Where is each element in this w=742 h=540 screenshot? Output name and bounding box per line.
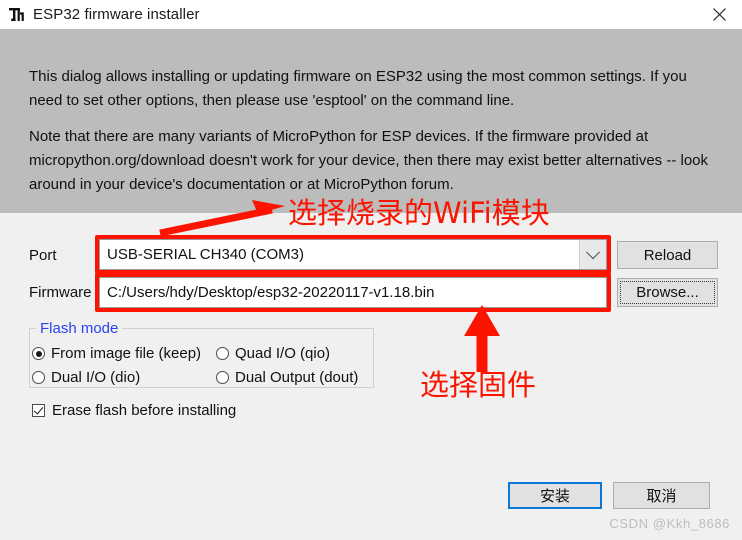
radio-label: Dual Output (dout): [235, 369, 359, 386]
install-button-label: 安装: [539, 488, 570, 505]
cancel-button-label: 取消: [646, 488, 677, 505]
cancel-button[interactable]: 取消: [613, 482, 710, 509]
port-label: Port: [29, 247, 57, 264]
erase-flash-checkbox[interactable]: Erase flash before installing: [32, 402, 236, 419]
reload-button[interactable]: Reload: [617, 241, 718, 269]
esp32-firmware-installer-dialog: ESP32 firmware installer This dialog all…: [0, 0, 742, 540]
install-button[interactable]: 安装: [508, 482, 602, 509]
flash-mode-group-title: Flash mode: [36, 321, 123, 337]
title-bar: ESP32 firmware installer: [0, 0, 742, 30]
radio-dot-icon: [216, 347, 229, 360]
checkmark-icon: [32, 404, 45, 417]
radio-label: From image file (keep): [51, 345, 202, 362]
radio-dot-icon: [32, 371, 45, 384]
description-paragraph-1: This dialog allows installing or updatin…: [29, 68, 687, 109]
browse-button-label: Browse...: [636, 284, 699, 301]
watermark: CSDN @Kkh_8686: [609, 516, 730, 531]
port-combobox[interactable]: USB-SERIAL CH340 (COM3): [99, 239, 607, 270]
radio-dual-output-dout[interactable]: Dual Output (dout): [216, 369, 358, 386]
radio-dot-icon: [216, 371, 229, 384]
radio-label: Quad I/O (qio): [235, 345, 331, 362]
window-title: ESP32 firmware installer: [33, 6, 200, 23]
erase-flash-label: Erase flash before installing: [52, 402, 237, 419]
port-selected-value: USB-SERIAL CH340 (COM3): [107, 246, 304, 263]
chevron-down-icon[interactable]: [579, 240, 606, 269]
firmware-path-input[interactable]: C:/Users/hdy/Desktop/esp32-20220117-v1.1…: [99, 277, 607, 308]
radio-label: Dual I/O (dio): [51, 369, 141, 386]
radio-dual-io-dio[interactable]: Dual I/O (dio): [32, 369, 140, 386]
radio-quad-io-qio[interactable]: Quad I/O (qio): [216, 345, 330, 362]
description-paragraph-2: Note that there are many variants of Mic…: [29, 128, 709, 193]
firmware-label: Firmware: [29, 284, 92, 301]
radio-from-image-file-keep[interactable]: From image file (keep): [32, 345, 201, 362]
firmware-path-value: C:/Users/hdy/Desktop/esp32-20220117-v1.1…: [107, 284, 435, 301]
radio-dot-icon: [32, 347, 45, 360]
description-band: This dialog allows installing or updatin…: [0, 29, 742, 213]
reload-button-label: Reload: [643, 246, 692, 264]
browse-button[interactable]: Browse...: [617, 278, 718, 307]
thonny-logo-icon: [8, 6, 26, 24]
close-icon[interactable]: [696, 0, 742, 29]
